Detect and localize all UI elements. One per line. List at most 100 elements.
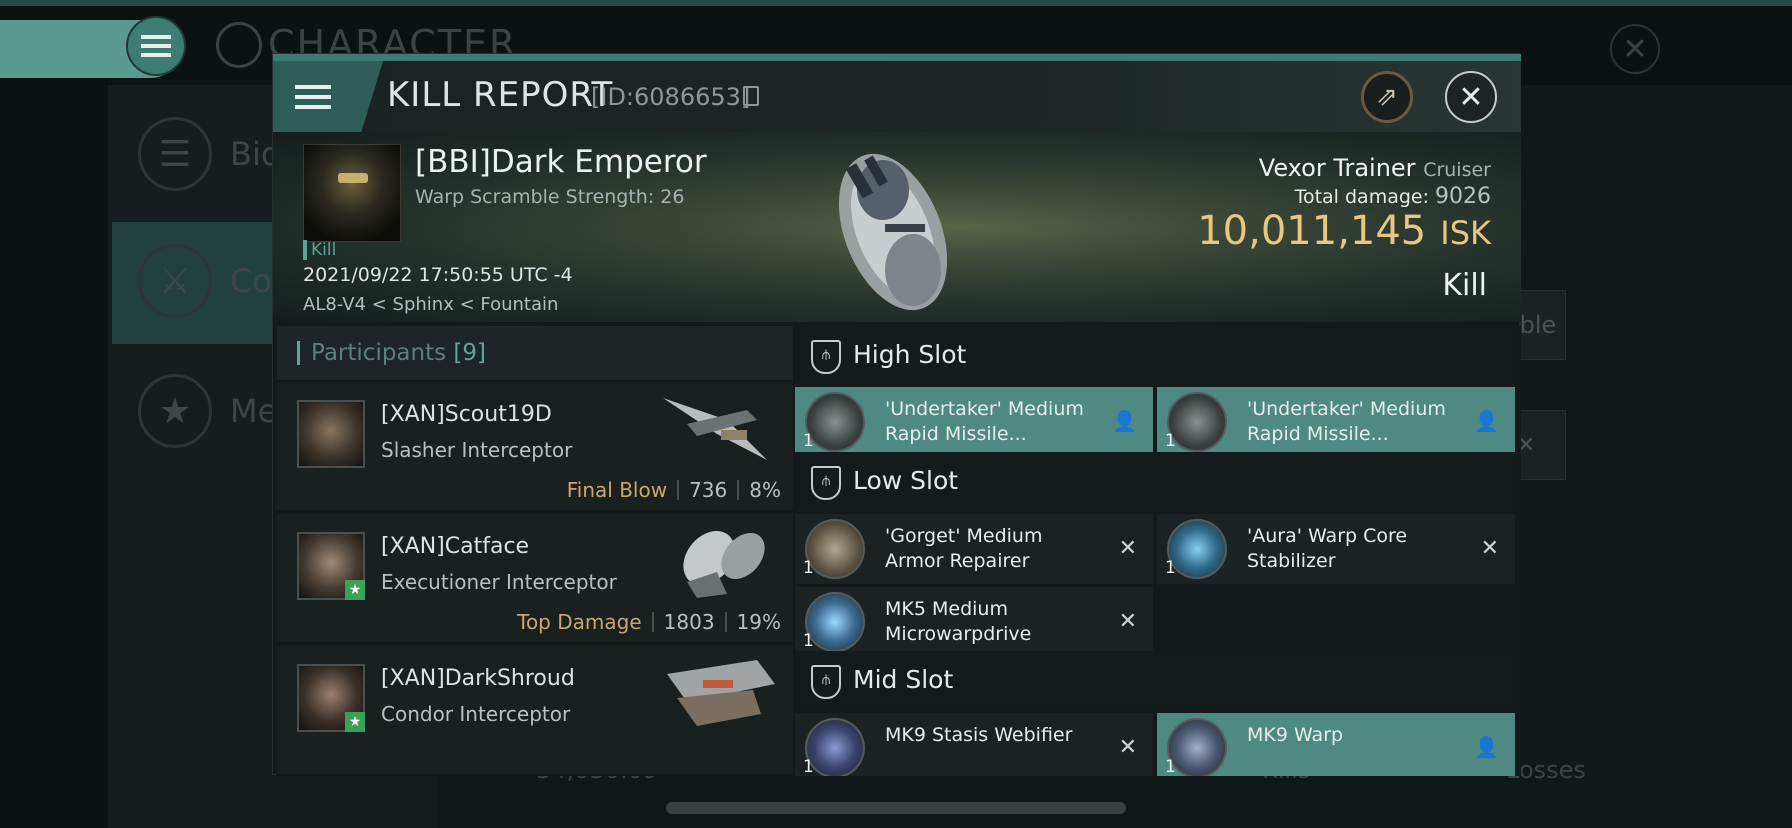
victim-banner: [BBI]Dark Emperor Warp Scramble Strength… <box>273 132 1521 322</box>
isk-unit: ISK <box>1440 214 1491 252</box>
list-icon: ☰ <box>138 117 212 191</box>
participant-ship-image <box>667 660 775 726</box>
participant-stats: Final Blow 736 8% <box>567 478 781 502</box>
participants-header[interactable]: Participants [9] <box>277 326 793 380</box>
slot-item[interactable]: 1 'Undertaker' Medium Rapid Missile... 👤 <box>795 387 1153 457</box>
participant-percent: 8% <box>749 478 781 502</box>
slot-item[interactable]: 1 'Gorget' Medium Armor Repairer ✕ <box>795 514 1153 584</box>
kill-datetime: 2021/09/22 17:50:55 UTC -4 <box>303 264 573 286</box>
warp-disruptor-icon <box>1167 718 1227 776</box>
participant-avatar: ★ <box>297 664 365 732</box>
slot-item[interactable]: 1 MK9 Warp 👤 <box>1157 713 1515 776</box>
participant-stats: Top Damage 1803 19% <box>517 610 781 634</box>
participant-row[interactable]: [XAN]Scout19D Slasher Interceptor Final … <box>277 382 793 512</box>
person-icon: 👤 <box>1474 735 1499 759</box>
slot-label: High Slot <box>853 340 967 369</box>
kill-report-title: KILL REPORT <box>387 75 614 115</box>
missile-launcher-icon <box>1167 392 1227 452</box>
kill-report-id: [ID:6086653] <box>591 83 751 111</box>
top-accent-line <box>0 0 1792 6</box>
isk-amount: 10,011,145 <box>1197 208 1427 254</box>
shield-icon: ⫛ <box>811 665 841 699</box>
copy-icon[interactable] <box>743 86 759 106</box>
kill-location[interactable]: AL8-V4 < Sphinx < Fountain <box>303 294 558 315</box>
character-close-button[interactable]: ✕ <box>1610 24 1660 74</box>
participant-name: [XAN]Catface <box>381 534 530 559</box>
participant-row[interactable]: ★ [XAN]DarkShroud Condor Interceptor <box>277 646 793 776</box>
fitting-panel[interactable]: ⫛ High Slot 1 'Undertaker' Medium Rapid … <box>793 326 1521 776</box>
app-screen: CHARACTER ✕ ☰ Bio ⚔ Co ★ Me ble ✕ 34,050… <box>0 0 1792 828</box>
item-quantity: 1 <box>803 431 814 451</box>
participant-avatar <box>297 400 365 468</box>
header-accent <box>297 341 300 365</box>
armor-repairer-icon <box>805 519 865 579</box>
slot-item[interactable]: 1 'Aura' Warp Core Stabilizer ✕ <box>1157 514 1515 584</box>
participants-count: [9] <box>453 340 487 366</box>
participant-ship-image <box>663 398 767 460</box>
participant-ship-image <box>683 531 765 598</box>
item-quantity: 1 <box>803 631 814 651</box>
shield-icon: ⫛ <box>811 466 841 500</box>
victim-name[interactable]: [BBI]Dark Emperor <box>415 144 707 180</box>
participant-row[interactable]: ★ [XAN]Catface Executioner Interceptor T… <box>277 514 793 644</box>
external-link-icon: ⇗ <box>1376 82 1398 112</box>
participant-damage: 736 <box>689 478 728 502</box>
kill-tag: Kill <box>303 240 336 260</box>
sidebar-item-label: Co <box>230 262 272 300</box>
slot-item[interactable]: 1 'Undertaker' Medium Rapid Missile... 👤 <box>1157 387 1515 457</box>
item-name: 'Aura' Warp Core Stabilizer <box>1247 525 1408 572</box>
close-icon: ✕ <box>1458 79 1484 115</box>
person-icon: 👤 <box>1474 409 1499 433</box>
kill-report-dialog: KILL REPORT [ID:6086653] ⇗ ✕ [BBI]Dark E… <box>272 53 1521 776</box>
participant-name: [XAN]Scout19D <box>381 402 552 427</box>
item-quantity: 1 <box>803 757 814 776</box>
vitruvian-icon <box>216 22 262 68</box>
microwarpdrive-icon <box>805 592 865 652</box>
background-button-label: ble <box>1519 311 1557 339</box>
scrollbar[interactable] <box>666 802 1126 814</box>
shield-icon: ⫛ <box>811 340 841 374</box>
destroyed-x-icon: ✕ <box>1480 536 1499 561</box>
participants-list[interactable]: Participants [9] [XAN]Scout19D Slasher I… <box>277 326 793 776</box>
close-icon: ✕ <box>1622 31 1648 67</box>
share-button[interactable]: ⇗ <box>1361 71 1413 123</box>
destroyed-x-icon: ✕ <box>1118 735 1137 760</box>
stasis-webifier-icon <box>805 718 865 776</box>
mid-slot-header: ⫛ Mid Slot <box>795 651 1519 711</box>
item-quantity: 1 <box>1165 431 1176 451</box>
item-name: 'Undertaker' Medium Rapid Missile... <box>1247 398 1446 445</box>
item-name: 'Gorget' Medium Armor Repairer <box>885 525 1043 572</box>
star-badge-icon: ★ <box>138 374 212 448</box>
item-quantity: 1 <box>1165 558 1176 578</box>
victim-subtitle: Warp Scramble Strength: 26 <box>415 186 685 208</box>
victim-portrait[interactable] <box>303 144 401 242</box>
slot-item[interactable]: 1 MK9 Stasis Webifier ✕ <box>795 713 1153 776</box>
star-icon: ★ <box>345 580 365 600</box>
kill-report-menu-button[interactable] <box>273 61 383 133</box>
victim-ship-name[interactable]: Vexor Trainer Cruiser <box>1259 154 1491 182</box>
total-damage: Total damage: 9026 <box>1295 184 1491 209</box>
participant-name: [XAN]DarkShroud <box>381 666 575 691</box>
high-slot-header: ⫛ High Slot <box>795 326 1519 386</box>
slot-label: Mid Slot <box>853 665 954 694</box>
isk-value: 10,011,145 ISK <box>1197 208 1491 254</box>
slot-item[interactable]: 1 MK5 Medium Microwarpdrive ✕ <box>795 587 1153 657</box>
destroyed-x-icon: ✕ <box>1118 536 1137 561</box>
kill-outcome: Kill <box>1442 268 1487 303</box>
victim-ship-image[interactable] <box>813 140 963 316</box>
item-quantity: 1 <box>1165 757 1176 776</box>
ship-class: Cruiser <box>1423 159 1491 181</box>
destroyed-x-icon: ✕ <box>1118 609 1137 634</box>
participant-ship: Slasher Interceptor <box>381 438 573 462</box>
sidebar-item-label: Me <box>230 392 278 430</box>
close-button[interactable]: ✕ <box>1445 71 1497 123</box>
total-damage-value: 9026 <box>1435 184 1491 209</box>
star-icon: ★ <box>345 712 365 732</box>
warp-core-stabilizer-icon <box>1167 519 1227 579</box>
main-menu-button[interactable] <box>126 16 186 76</box>
low-slot-header: ⫛ Low Slot <box>795 452 1519 512</box>
missile-launcher-icon <box>805 392 865 452</box>
kill-report-header: KILL REPORT [ID:6086653] ⇗ ✕ <box>273 54 1521 133</box>
crossed-swords-icon: ⚔ <box>138 244 212 318</box>
hamburger-icon <box>141 35 171 57</box>
